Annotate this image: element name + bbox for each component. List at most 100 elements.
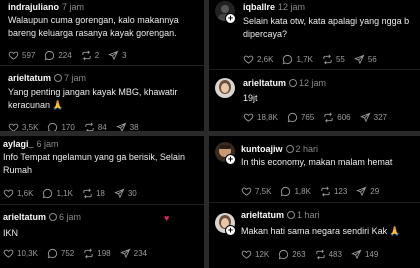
- reply-button[interactable]: 224: [44, 50, 72, 61]
- repost-button[interactable]: 18: [82, 188, 105, 199]
- follow-plus-icon[interactable]: +: [225, 13, 236, 24]
- follow-plus-icon[interactable]: +: [225, 154, 236, 165]
- share-button[interactable]: 327: [360, 112, 387, 123]
- username[interactable]: arieltatum: [8, 73, 51, 83]
- praying-hands-emoji: 🙏: [52, 100, 64, 110]
- reply-icon: [47, 248, 58, 259]
- reply-icon: [282, 54, 293, 65]
- post-text: Walaupun cuma gorengan, kalo makannya ba…: [8, 15, 179, 38]
- reply-button[interactable]: 1,8K: [280, 186, 311, 197]
- timestamp: 6 jam: [36, 139, 59, 149]
- reply-button[interactable]: 263: [278, 249, 306, 260]
- follow-plus-icon[interactable]: +: [225, 225, 236, 236]
- avatar[interactable]: [215, 78, 235, 98]
- repost-icon: [84, 122, 95, 131]
- clock-icon: [287, 211, 296, 219]
- clock-icon: [285, 145, 294, 153]
- heart-icon: [241, 249, 252, 260]
- reply-icon: [280, 186, 291, 197]
- timestamp: 2 hari: [285, 144, 318, 154]
- repost-button[interactable]: 198: [83, 248, 111, 259]
- username[interactable]: iqballre: [243, 2, 275, 12]
- repost-button[interactable]: 84: [84, 122, 107, 131]
- like-button[interactable]: 10,3K: [3, 248, 38, 259]
- thread-panel-top-right: + iqballre 12 jam Selain kata otw, kata a…: [209, 0, 420, 131]
- reply-icon: [47, 122, 58, 131]
- post-text: Makan hati sama negara sendiri Kak 🙏: [241, 226, 401, 236]
- heart-icon: [8, 50, 19, 61]
- post-actions: 12K 263 483 149: [241, 249, 387, 260]
- reply-icon: [42, 188, 53, 199]
- heart-reaction-icon: ♥: [164, 213, 171, 223]
- repost-button[interactable]: 606: [323, 112, 351, 123]
- username[interactable]: indrajuliano: [8, 2, 59, 12]
- share-icon: [116, 122, 127, 131]
- like-button[interactable]: 12K: [241, 249, 269, 260]
- heart-icon: [243, 112, 254, 123]
- thread-panel-bottom-left: aylagi_ 6 jam Info Tempat ngelamun yang g…: [0, 136, 204, 268]
- username[interactable]: aylagi_: [3, 139, 34, 149]
- like-button[interactable]: 2,6K: [243, 54, 273, 65]
- share-button[interactable]: 234: [120, 248, 147, 259]
- username[interactable]: kuntoajiw: [241, 144, 283, 154]
- share-button[interactable]: 29: [356, 186, 379, 197]
- post-text: 19jt: [243, 93, 258, 103]
- share-icon: [114, 188, 125, 199]
- reply-button[interactable]: 765: [287, 112, 314, 123]
- share-button[interactable]: 56: [354, 54, 377, 65]
- timestamp: 12 jam: [278, 2, 306, 12]
- repost-button[interactable]: 123: [320, 186, 347, 197]
- heart-icon: [243, 54, 254, 65]
- post-text: In this economy, makan malam hemat: [241, 157, 393, 167]
- share-icon: [354, 54, 365, 65]
- praying-hands-emoji: 🙏: [389, 226, 401, 236]
- post-actions: 2,6K 1,7K 55 56: [243, 54, 386, 65]
- reply-icon: [278, 249, 289, 260]
- clock-icon: [49, 213, 58, 221]
- share-icon: [120, 248, 131, 259]
- repost-icon: [323, 112, 334, 123]
- repost-button[interactable]: 483: [315, 249, 342, 260]
- reply-button[interactable]: 752: [47, 248, 74, 259]
- share-button[interactable]: 149: [351, 249, 378, 260]
- post-actions: 3,5K 170 84 38: [8, 122, 148, 131]
- share-icon: [108, 50, 119, 61]
- post-divider: [209, 69, 420, 70]
- clock-icon: [54, 74, 63, 82]
- share-icon: [356, 186, 367, 197]
- timestamp: 6 jam: [49, 212, 81, 222]
- post-text: Yang penting jangan kayak MBG, khawatir …: [8, 87, 178, 110]
- repost-icon: [320, 186, 331, 197]
- reply-button[interactable]: 1,7K: [282, 54, 313, 65]
- post-divider: [209, 202, 420, 203]
- post-text: IKN: [3, 228, 19, 238]
- share-icon: [351, 249, 362, 260]
- repost-button[interactable]: 55: [322, 54, 345, 65]
- username[interactable]: arieltatum: [241, 210, 284, 220]
- share-button[interactable]: 30: [114, 188, 137, 199]
- thread-panel-top-left: indrajuliano 7 jam Walaupun cuma gorengan…: [0, 0, 204, 131]
- like-button[interactable]: 7,5K: [241, 186, 271, 197]
- like-button[interactable]: 1,6K: [3, 188, 33, 199]
- reply-button[interactable]: 170: [47, 122, 75, 131]
- share-button[interactable]: 38: [116, 122, 139, 131]
- heart-icon: [3, 188, 14, 199]
- post-actions: 1,6K 1,1K 18 30: [3, 188, 146, 199]
- heart-icon: [8, 122, 19, 131]
- share-icon: [360, 112, 371, 123]
- like-button[interactable]: 597: [8, 50, 35, 61]
- heart-icon: [3, 248, 14, 259]
- like-button[interactable]: 3,5K: [8, 122, 38, 131]
- clock-icon: [289, 79, 298, 87]
- repost-icon: [315, 249, 326, 260]
- repost-icon: [83, 248, 94, 259]
- username[interactable]: arieltatum: [3, 212, 46, 222]
- reply-button[interactable]: 1,1K: [42, 188, 73, 199]
- post-actions: 7,5K 1,8K 123 29: [241, 186, 388, 197]
- like-button[interactable]: 18,8K: [243, 112, 278, 123]
- username[interactable]: arieltatum: [243, 78, 286, 88]
- repost-button[interactable]: 2: [81, 50, 99, 61]
- post-actions: 10,3K 752 198 234: [3, 248, 156, 259]
- share-button[interactable]: 3: [108, 50, 127, 61]
- post-text: Selain kata otw, kata apalagi yang ngga …: [243, 16, 410, 39]
